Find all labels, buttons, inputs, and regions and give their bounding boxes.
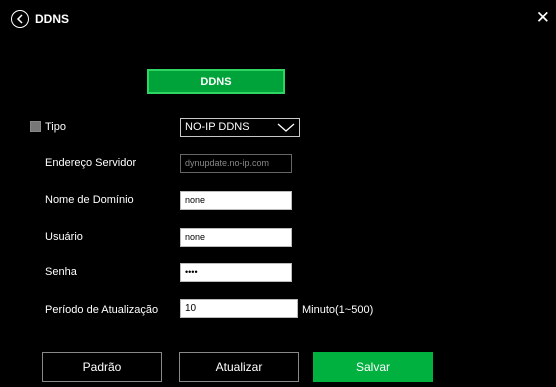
tipo-select-value: NO-IP DDNS — [185, 121, 250, 133]
user-input[interactable]: none — [180, 228, 292, 247]
update-period-input[interactable]: 10 — [180, 299, 298, 318]
dialog-header: DDNS ✕ — [0, 0, 556, 40]
tipo-label: Tipo — [45, 121, 66, 133]
domain-label: Nome de Domínio — [45, 194, 134, 206]
server-label: Endereço Servidor — [45, 157, 137, 169]
user-label: Usuário — [45, 231, 83, 243]
save-button[interactable]: Salvar — [313, 352, 433, 382]
tab-ddns[interactable]: DDNS — [147, 69, 285, 94]
default-button[interactable]: Padrão — [42, 352, 162, 382]
update-period-label: Período de Atualização — [45, 304, 159, 316]
update-period-unit: Minuto(1~500) — [302, 304, 374, 316]
refresh-button[interactable]: Atualizar — [179, 352, 299, 382]
back-button[interactable] — [11, 10, 29, 28]
close-icon[interactable]: ✕ — [536, 9, 550, 26]
chevron-left-icon — [16, 14, 23, 24]
password-label: Senha — [45, 266, 77, 278]
password-input[interactable]: •••• — [180, 263, 292, 282]
enable-checkbox[interactable] — [30, 121, 41, 132]
server-address-input[interactable]: dynupdate.no-ip.com — [180, 154, 292, 173]
dialog-title: DDNS — [35, 12, 70, 26]
chevron-down-icon — [277, 123, 295, 132]
domain-name-input[interactable]: none — [180, 191, 292, 210]
tipo-select[interactable]: NO-IP DDNS — [180, 118, 300, 137]
